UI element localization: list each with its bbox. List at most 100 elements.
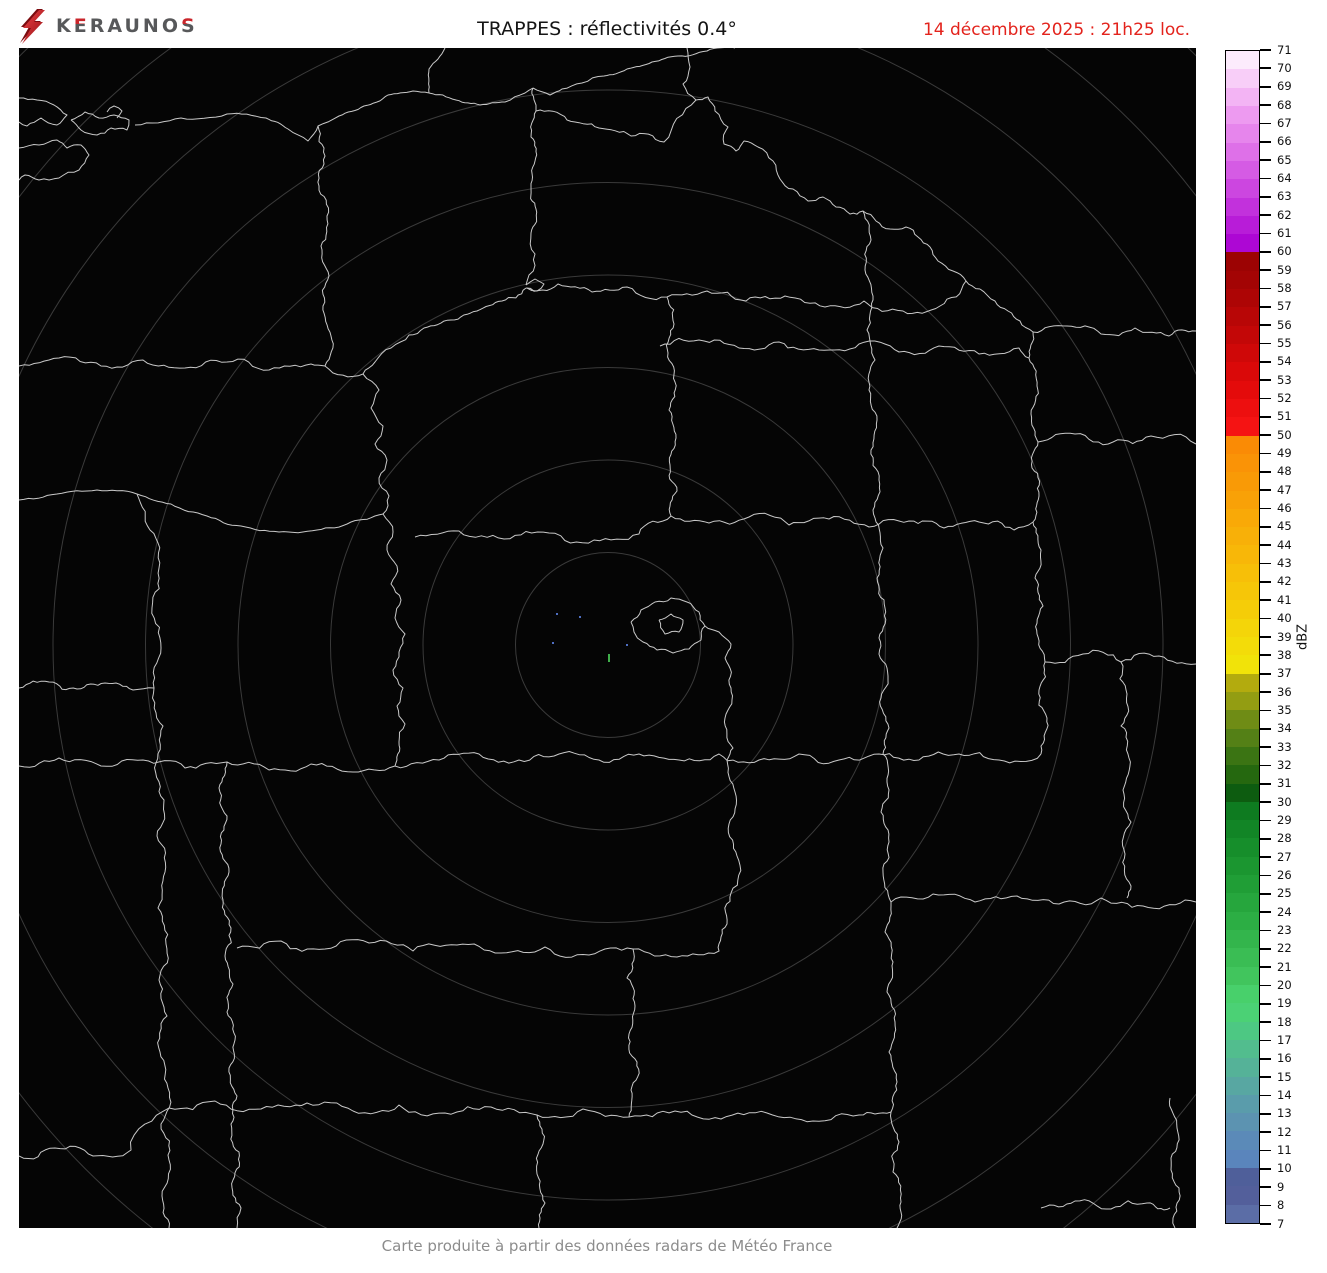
colorbar-segment xyxy=(1226,875,1259,893)
colorbar-tick-label: 51 xyxy=(1277,411,1292,423)
colorbar-segment xyxy=(1226,472,1259,490)
logo-letter: O xyxy=(162,15,181,37)
colorbar-tick xyxy=(1260,599,1271,601)
colorbar-segment xyxy=(1226,69,1259,87)
colorbar-tick xyxy=(1260,1150,1271,1152)
colorbar-tick xyxy=(1260,838,1271,840)
colorbar-tick-label: 46 xyxy=(1277,503,1292,515)
department-boundary xyxy=(1041,1200,1170,1210)
logo-text: KERAUNOS xyxy=(56,15,198,37)
colorbar-tick xyxy=(1260,526,1271,528)
colorbar-tick xyxy=(1260,728,1271,730)
colorbar-segment xyxy=(1226,216,1259,234)
colorbar-tick-label: 60 xyxy=(1277,246,1292,258)
colorbar-segment xyxy=(1226,985,1259,1003)
colorbar-tick-label: 33 xyxy=(1277,742,1292,754)
radar-echo xyxy=(552,642,554,644)
colorbar-tick xyxy=(1260,581,1271,583)
colorbar-tick-label: 34 xyxy=(1277,723,1292,735)
colorbar-tick xyxy=(1260,1095,1271,1097)
colorbar-tick-label: 20 xyxy=(1277,980,1292,992)
colorbar-segment xyxy=(1226,545,1259,563)
colorbar-tick-label: 19 xyxy=(1277,998,1292,1010)
department-boundary xyxy=(135,91,429,141)
map-title: TRAPPES : réflectivités 0.4° xyxy=(477,18,737,40)
colorbar-tick xyxy=(1260,233,1271,235)
colorbar-tick xyxy=(1260,1003,1271,1005)
department-boundary xyxy=(666,297,677,516)
keraunos-logo: KERAUNOS xyxy=(16,6,198,46)
radar-echo xyxy=(579,616,581,618)
colorbar-tick xyxy=(1260,1205,1271,1207)
colorbar-tick xyxy=(1260,141,1271,143)
colorbar-segment xyxy=(1226,344,1259,362)
colorbar-tick xyxy=(1260,563,1271,565)
colorbar-tick-label: 11 xyxy=(1277,1145,1292,1157)
department-boundary xyxy=(881,754,902,1228)
colorbar-segment xyxy=(1226,454,1259,472)
department-boundary xyxy=(1169,1098,1180,1228)
colorbar-tick xyxy=(1260,875,1271,877)
colorbar-tick xyxy=(1260,911,1271,913)
colorbar-tick xyxy=(1260,1131,1271,1133)
colorbar-tick-label: 7 xyxy=(1277,1219,1284,1231)
colorbar-segment xyxy=(1226,252,1259,270)
colorbar-tick-label: 42 xyxy=(1277,576,1292,588)
colorbar-segment xyxy=(1226,692,1259,710)
colorbar-tick xyxy=(1260,1113,1271,1115)
colorbar-tick-label: 54 xyxy=(1277,356,1292,368)
colorbar-tick xyxy=(1260,710,1271,712)
colorbar-segment xyxy=(1226,399,1259,417)
department-boundary xyxy=(363,374,405,766)
department-boundary xyxy=(19,1108,169,1159)
colorbar-tick-label: 22 xyxy=(1277,943,1292,955)
colorbar-segment xyxy=(1226,362,1259,380)
colorbar-tick-label: 47 xyxy=(1277,485,1292,497)
department-boundary xyxy=(395,752,1041,768)
colorbar-tick-label: 55 xyxy=(1277,338,1292,350)
colorbar-tick-label: 43 xyxy=(1277,558,1292,570)
colorbar-tick-label: 10 xyxy=(1277,1163,1292,1175)
colorbar-tick-label: 68 xyxy=(1277,100,1292,112)
colorbar-tick xyxy=(1260,673,1271,675)
colorbar-segment xyxy=(1226,674,1259,692)
department-boundary xyxy=(659,614,683,634)
colorbar-segment xyxy=(1226,820,1259,838)
colorbar-tick xyxy=(1260,618,1271,620)
colorbar-tick-label: 30 xyxy=(1277,797,1292,809)
colorbar-segment xyxy=(1226,600,1259,618)
colorbar-tick-label: 69 xyxy=(1277,81,1292,93)
colorbar-tick-label: 8 xyxy=(1277,1200,1284,1212)
colorbar-tick-label: 53 xyxy=(1277,375,1292,387)
colorbar-tick xyxy=(1260,343,1271,345)
colorbar-segment xyxy=(1226,893,1259,911)
colorbar-tick xyxy=(1260,434,1271,436)
colorbar-tick-label: 14 xyxy=(1277,1090,1292,1102)
department-boundary xyxy=(863,211,880,518)
colorbar-tick xyxy=(1260,1021,1271,1023)
colorbar-segment xyxy=(1226,124,1259,142)
radar-echo xyxy=(556,613,558,615)
colorbar-tick-label: 16 xyxy=(1277,1053,1292,1065)
logo-letter: U xyxy=(124,15,142,37)
colorbar-segment xyxy=(1226,838,1259,856)
logo-letter: R xyxy=(90,15,108,37)
colorbar-tick-label: 65 xyxy=(1277,155,1292,167)
department-boundary xyxy=(980,289,1040,522)
colorbar-tick xyxy=(1260,893,1271,895)
colorbar-tick xyxy=(1260,930,1271,932)
colorbar-tick xyxy=(1260,654,1271,656)
colorbar-segment xyxy=(1226,527,1259,545)
colorbar-tick-label: 23 xyxy=(1277,925,1292,937)
colorbar-segment xyxy=(1226,729,1259,747)
colorbar-tick-label: 40 xyxy=(1277,613,1292,625)
colorbar-segment xyxy=(1226,655,1259,673)
colorbar-tick xyxy=(1260,178,1271,180)
colorbar-tick xyxy=(1260,1186,1271,1188)
colorbar-tick-label: 70 xyxy=(1277,63,1292,75)
colorbar-tick-label: 58 xyxy=(1277,283,1292,295)
colorbar-tick xyxy=(1260,985,1271,987)
colorbar-tick xyxy=(1260,104,1271,106)
colorbar-segment xyxy=(1226,1077,1259,1095)
colorbar-tick xyxy=(1260,361,1271,363)
